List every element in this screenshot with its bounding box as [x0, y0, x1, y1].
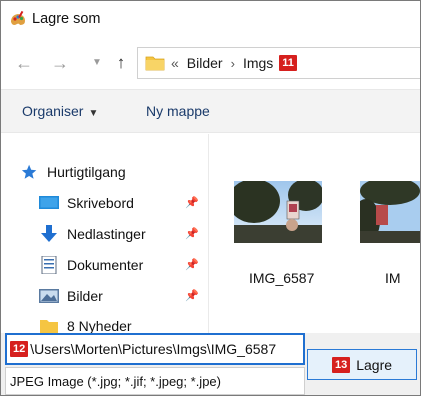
navigation-row: ← → ▼ ↑ « Bilder › Imgs 11 — [1, 43, 420, 83]
filetype-select[interactable]: JPEG Image (*.jpg; *.jif; *.jpeg; *.jpe) — [5, 367, 305, 395]
chevron-right-icon[interactable]: › — [231, 56, 235, 71]
documents-icon — [41, 256, 57, 274]
caret-down-icon: ▼ — [88, 108, 99, 119]
sidebar-item-label: Hurtigtilgang — [47, 164, 126, 180]
callout-badge-11: 11 — [279, 55, 297, 71]
sidebar-item-quick-access[interactable]: Hurtigtilgang — [21, 161, 126, 183]
file-name-label: IMG_6587 — [249, 270, 315, 286]
pin-icon[interactable]: 📌 — [185, 258, 199, 271]
breadcrumb-item-imgs[interactable]: Imgs — [243, 55, 273, 71]
filename-input[interactable]: 12 \Users\Morten\Pictures\Imgs\IMG_6587 — [5, 333, 305, 365]
download-icon — [41, 225, 57, 242]
organise-label: Organiser — [22, 103, 84, 119]
arrow-right-icon[interactable]: → — [50, 53, 70, 73]
sidebar-item-label: 8 Nyheder — [67, 318, 132, 334]
sidebar-item-pictures[interactable]: Bilder — [39, 285, 103, 307]
sidebar-item-documents[interactable]: Dokumenter — [39, 254, 143, 276]
star-icon — [21, 164, 37, 179]
sidebar-item-label: Bilder — [67, 288, 103, 304]
callout-badge-13: 13 — [331, 356, 351, 373]
sidebar-item-label: Nedlastinger — [67, 226, 146, 242]
sidebar-item-label: Dokumenter — [67, 257, 144, 273]
photo-thumbnail — [360, 181, 420, 243]
thumbnail-img-6587[interactable] — [234, 181, 322, 243]
address-bar[interactable]: « Bilder › Imgs 11 — [137, 47, 420, 79]
window-title: Lagre som — [32, 11, 101, 27]
breadcrumb-item-bilder[interactable]: Bilder — [187, 55, 223, 71]
breadcrumb: « Bilder › Imgs 11 — [171, 55, 297, 71]
arrow-left-icon[interactable]: ← — [14, 53, 34, 73]
filetype-value: JPEG Image (*.jpg; *.jif; *.jpeg; *.jpe) — [10, 373, 221, 389]
file-list: IMG_6587 IM — [210, 134, 420, 334]
organise-menu-button[interactable]: Organiser ▼ — [22, 103, 98, 119]
command-bar: Organiser ▼ Ny mappe — [1, 89, 420, 133]
callout-badge-12: 12 — [10, 341, 29, 357]
paint-app-icon — [11, 10, 25, 25]
save-button-label: Lagre — [356, 356, 393, 373]
photo-thumbnail — [234, 181, 322, 243]
sidebar-item-downloads[interactable]: Nedlastinger — [39, 223, 146, 245]
folder-icon — [145, 56, 165, 71]
chevron-down-icon[interactable]: ▼ — [87, 53, 107, 73]
arrow-up-icon[interactable]: ↑ — [111, 53, 131, 73]
pin-icon[interactable]: 📌 — [185, 196, 199, 209]
sidebar-item-label: Skrivebord — [67, 195, 134, 211]
sidebar-item-desktop[interactable]: Skrivebord — [39, 192, 134, 214]
title-bar: Lagre som — [1, 1, 420, 37]
new-folder-button[interactable]: Ny mappe — [146, 103, 210, 119]
save-button[interactable]: 13 Lagre — [307, 349, 417, 380]
breadcrumb-overflow-icon[interactable]: « — [171, 55, 179, 71]
filename-value: \Users\Morten\Pictures\Imgs\IMG_6587 — [30, 341, 277, 357]
save-as-dialog: Lagre som ← → ▼ ↑ « Bilder › Imgs 11 Org… — [0, 0, 421, 396]
save-panel: 12 \Users\Morten\Pictures\Imgs\IMG_6587 … — [1, 333, 420, 395]
desktop-icon — [39, 196, 59, 209]
pictures-icon — [39, 289, 59, 303]
thumbnail-img-partial[interactable] — [360, 181, 420, 243]
navigation-pane: Hurtigtilgang Skrivebord 📌 Nedlastinger … — [1, 134, 209, 334]
file-name-label: IM — [385, 270, 401, 286]
pin-icon[interactable]: 📌 — [185, 227, 199, 240]
pin-icon[interactable]: 📌 — [185, 289, 199, 302]
